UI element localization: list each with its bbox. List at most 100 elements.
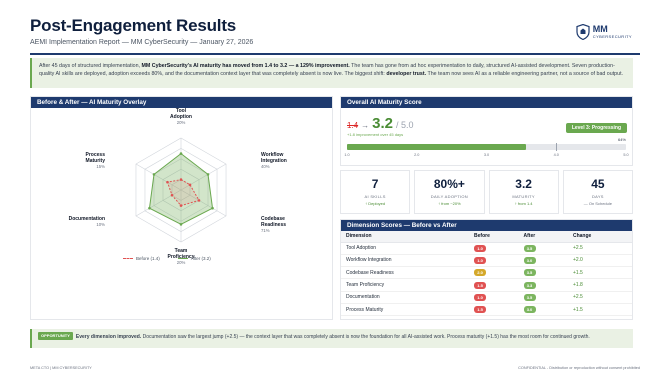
score-max: / 5.0: [395, 120, 414, 130]
opportunity-callout: OPPORTUNITY Every dimension improved. Doc…: [30, 329, 633, 348]
legend-after: After (3.2): [177, 256, 211, 261]
radar-axis-label: Workflow Integration 40%: [261, 152, 287, 169]
after-score: 3.5: [518, 266, 568, 280]
radar-before-series-point: [179, 178, 183, 181]
dimension-name: Team Proficiency: [341, 278, 470, 292]
report-header: Post-Engagement Results AEMI Implementat…: [30, 16, 640, 56]
radar-axis-label: Codebase Readiness 71%: [261, 216, 286, 233]
stat-value: 80%+: [433, 177, 465, 191]
old-score: 1.4: [347, 121, 359, 130]
company-logo: MM CYBERSECURITY: [576, 24, 632, 40]
shield-logo-icon: [576, 24, 590, 40]
after-pill: 3.0: [523, 256, 536, 264]
footer-left: META CTO | MM CYBERSECURITY: [30, 366, 92, 370]
legend-before-swatch: [123, 258, 133, 259]
stats-row: 7 AI SKILLS ↑ Deployed 80%+ DAILY ADOPTI…: [340, 170, 633, 214]
table-row: Workflow Integration 1.0 3.0 +2.0: [341, 254, 632, 268]
after-score: 3.5: [518, 242, 568, 255]
stat-value: 7: [371, 177, 379, 191]
stat-sub: — On Schedule: [583, 201, 612, 206]
dimension-name: Documentation: [341, 291, 470, 304]
table-row: Documentation 1.0 3.5 +2.5: [341, 291, 632, 304]
score-improvement-note: +1.8 improvement over 45 days: [347, 132, 404, 137]
before-pill: 1.0: [474, 256, 487, 264]
radar-axis-weight: 71%: [261, 228, 270, 233]
change-value: +2.5: [567, 291, 632, 304]
header-divider: [30, 53, 640, 55]
before-pill: 1.5: [474, 306, 487, 314]
radar-legend: Before (1.4) After (3.2): [123, 256, 211, 261]
logo-sub-text: CYBERSECURITY: [592, 34, 632, 39]
table-row: Process Maturity 1.5 3.0 +1.5: [341, 303, 632, 317]
after-score: 3.3: [518, 278, 568, 292]
dimension-name: Workflow Integration: [341, 254, 470, 268]
progress-tick: 2.0: [414, 153, 420, 157]
after-score: 3.5: [518, 291, 568, 304]
summary-tail: The team now sees AI as a reliable engin…: [426, 71, 624, 78]
stat-label: DAILY ADOPTION: [430, 194, 468, 199]
summary-highlight: MM CyberSecurity's AI maturity has moved…: [141, 63, 350, 69]
after-pill: 3.5: [523, 293, 536, 301]
radar-before-series-point: [188, 183, 192, 187]
stat-daily-adoption: 80%+ DAILY ADOPTION ↑ from ~20%: [414, 170, 485, 214]
progress-percent: 64%: [617, 137, 626, 142]
maturity-progress-bar: [347, 143, 626, 151]
radar-before-series-point: [179, 204, 183, 207]
stat-sub: ↑ Deployed: [365, 201, 386, 206]
before-score: 1.5: [469, 278, 519, 292]
footer-right: CONFIDENTIAL - Distribution or reproduct…: [518, 366, 640, 370]
progress-tick: 1.0: [344, 153, 350, 157]
progress-tick: 3.0: [483, 153, 490, 157]
change-value: +1.8: [567, 278, 632, 292]
after-score: 3.0: [518, 303, 568, 317]
radar-axis-weight: 20%: [177, 120, 186, 125]
before-score: 1.0: [469, 254, 519, 268]
col-change-header: Change: [567, 231, 632, 243]
score-arrow: →: [361, 121, 370, 130]
stat-sub: ↑ from 1.4: [514, 201, 533, 206]
table-row: Codebase Readiness 2.0 3.5 +1.5: [341, 266, 632, 280]
progress-ticks: 1.0 2.0 3.0 4.0 5.0: [344, 153, 629, 159]
stat-value: 45: [591, 177, 605, 191]
stat-ai-skills: 7 AI SKILLS ↑ Deployed: [340, 170, 411, 214]
after-pill: 3.0: [523, 306, 536, 314]
score-panel-title: Overall AI Maturity Score: [341, 97, 632, 108]
progress-tick: 4.0: [553, 153, 559, 157]
executive-summary: After 45 days of structured implementati…: [30, 58, 633, 88]
table-header-row: Dimension Before After Change: [341, 231, 632, 243]
radar-axis-weight: 10%: [96, 222, 105, 227]
maturity-radar-chart: Tool Adoption 20% Workflow Integration 40% Cod…: [69, 108, 287, 265]
col-after-header: After: [518, 231, 568, 243]
radar-after-series-point: [148, 206, 151, 210]
after-pill: 3.5: [523, 269, 536, 277]
stat-label: AI SKILLS: [364, 194, 386, 199]
radar-before-series-point: [170, 193, 174, 197]
radar-axis-weight: 15%: [96, 164, 105, 169]
level-badge: Level 3: Progressing: [565, 123, 627, 133]
col-before-header: Before: [469, 231, 519, 243]
radar-after-series-point: [179, 223, 183, 226]
radar-before-series-point: [166, 180, 169, 184]
progress-tick: 5.0: [623, 153, 629, 157]
opportunity-headline: Every dimension improved.: [75, 334, 142, 340]
opportunity-badge: OPPORTUNITY: [38, 332, 73, 340]
score-row: 1.4 → 3.2 / 5.0: [347, 115, 414, 132]
before-score: 2.0: [469, 266, 519, 280]
radar-after-series-point: [211, 206, 214, 210]
radar-axis-label: Tool Adoption 20%: [170, 108, 192, 125]
legend-before-label: Before (1.4): [136, 256, 160, 261]
radar-panel: Before & After — AI Maturity Overlay Too…: [30, 96, 333, 320]
maturity-progress-fill: [347, 144, 526, 150]
stat-label: DAYS: [591, 194, 604, 199]
after-pill: 3.5: [523, 244, 536, 252]
legend-after-swatch: [177, 258, 188, 259]
maturity-target-marker: [556, 143, 558, 151]
page-subtitle: AEMI Implementation Report — MM CyberSec…: [30, 39, 254, 46]
change-value: +2.5: [567, 242, 632, 255]
radar-panel-title: Before & After — AI Maturity Overlay: [31, 97, 332, 108]
radar-after-series-point: [152, 173, 156, 176]
stat-label: MATURITY: [512, 194, 535, 199]
change-value: +2.0: [567, 254, 632, 268]
new-score: 3.2: [372, 115, 393, 132]
before-pill: 1.0: [474, 244, 487, 252]
